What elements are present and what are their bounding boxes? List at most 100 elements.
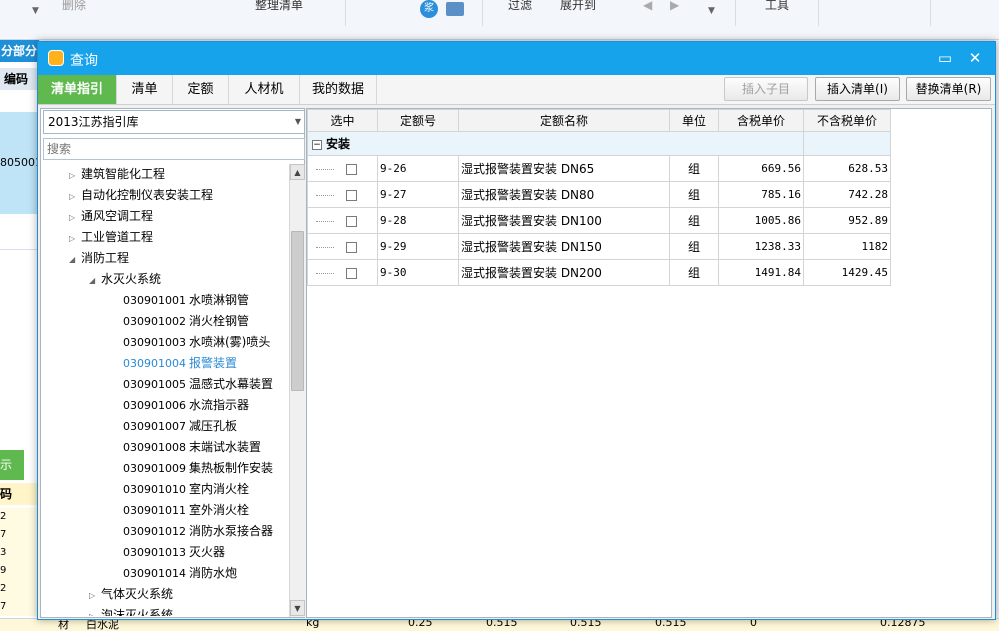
unit-cell[interactable]: 组 [669, 259, 719, 286]
table-row[interactable]: 9-26 湿式报警装置安装 DN65 组 669.56 628.53 [307, 155, 891, 182]
tree-item-leaf[interactable]: 030901001 水喷淋钢管 [123, 290, 249, 311]
col-header-price-notax[interactable]: 不含税单价 [803, 109, 891, 132]
price-notax-cell[interactable]: 1182 [803, 233, 891, 260]
dropdown-arrow-icon[interactable]: ▼ [32, 6, 39, 16]
row-checkbox[interactable] [346, 163, 357, 175]
tree-item-leaf[interactable]: 030901013 灭火器 [123, 542, 225, 563]
tree-item-leaf[interactable]: 030901012 消防水泵接合器 [123, 521, 273, 542]
expand-triangle-icon[interactable]: ▷ [69, 165, 81, 186]
name-cell[interactable]: 湿式报警装置安装 DN80 [458, 181, 670, 208]
tree-item-node[interactable]: ▷ 自动化控制仪表安装工程 [69, 185, 213, 206]
row-checkbox[interactable] [346, 241, 357, 253]
unit-cell[interactable]: 组 [669, 181, 719, 208]
collapse-icon[interactable]: − [312, 139, 322, 150]
bg-section-tab[interactable]: 分部分 [0, 40, 39, 62]
tree-item-leaf[interactable]: 030901011 室外消火栓 [123, 500, 249, 521]
table-row[interactable]: 9-30 湿式报警装置安装 DN200 组 1491.84 1429.45 [307, 259, 891, 286]
replace-list-button[interactable]: 替换清单(R) [906, 77, 991, 101]
bg-bottom-tab[interactable]: 示 [0, 450, 24, 480]
collapse-triangle-icon[interactable]: ◢ [89, 270, 101, 291]
price-tax-cell[interactable]: 1005.86 [718, 207, 804, 234]
tree-item-leaf[interactable]: 030901010 室内消火栓 [123, 479, 249, 500]
col-header-unit[interactable]: 单位 [669, 109, 719, 132]
select-cell[interactable] [307, 207, 378, 234]
price-tax-cell[interactable]: 1238.33 [718, 233, 804, 260]
tree-item-leaf[interactable]: 030901002 消火栓钢管 [123, 311, 249, 332]
price-notax-cell[interactable]: 1429.45 [803, 259, 891, 286]
tree-item-leaf[interactable]: 030901005 温感式水幕装置 [123, 374, 273, 395]
price-notax-cell[interactable]: 628.53 [803, 155, 891, 182]
unit-cell[interactable]: 组 [669, 155, 719, 182]
calc-icon[interactable]: 浆 [420, 0, 438, 18]
bg-filter-button[interactable]: 过滤 [508, 0, 532, 13]
table-row[interactable]: 9-29 湿式报警装置安装 DN150 组 1238.33 1182 [307, 233, 891, 260]
tree-item-node[interactable]: ▷泡沫灭火系统 [89, 605, 173, 616]
tree-item-node[interactable]: ▷ 建筑智能化工程 [69, 164, 165, 185]
tree-item-leaf[interactable]: 030901006 水流指示器 [123, 395, 249, 416]
bg-selected-cell[interactable]: 805001 [0, 112, 39, 214]
expand-triangle-icon[interactable]: ▷ [89, 606, 101, 616]
insert-child-button[interactable]: 插入子目 [724, 77, 808, 101]
tree-item-leaf[interactable]: 030901004 报警装置 [123, 353, 237, 374]
tree-item-leaf[interactable]: 030901014 消防水炮 [123, 563, 237, 584]
close-icon[interactable]: ✕ [964, 48, 986, 68]
tab-quota[interactable]: 定额 [173, 75, 229, 104]
tree-item-node[interactable]: ▷ 气体灭火系统 [89, 584, 173, 605]
code-cell[interactable]: 9-26 [377, 155, 459, 182]
unit-cell[interactable]: 组 [669, 207, 719, 234]
name-cell[interactable]: 湿式报警装置安装 DN150 [458, 233, 670, 260]
expand-triangle-icon[interactable]: ▷ [69, 186, 81, 207]
price-notax-cell[interactable]: 742.28 [803, 181, 891, 208]
collapse-triangle-icon[interactable]: ◢ [69, 249, 81, 270]
expand-triangle-icon[interactable]: ▷ [69, 228, 81, 249]
price-notax-cell[interactable]: 952.89 [803, 207, 891, 234]
name-cell[interactable]: 湿式报警装置安装 DN200 [458, 259, 670, 286]
select-cell[interactable] [307, 259, 378, 286]
select-cell[interactable] [307, 155, 378, 182]
price-tax-cell[interactable]: 1491.84 [718, 259, 804, 286]
tree-scrollbar[interactable]: ▲ ▼ [289, 164, 305, 617]
code-cell[interactable]: 9-30 [377, 259, 459, 286]
unit-cell[interactable]: 组 [669, 233, 719, 260]
tab-list-guide[interactable]: 清单指引 [38, 75, 117, 104]
tree-item-leaf[interactable]: 030901008 末端试水装置 [123, 437, 261, 458]
tree-item-node[interactable]: ◢ 水灭火系统 [89, 269, 161, 290]
insert-list-button[interactable]: 插入清单(I) [815, 77, 900, 101]
table-row[interactable]: 9-28 湿式报警装置安装 DN100 组 1005.86 952.89 [307, 207, 891, 234]
search-input[interactable] [43, 138, 305, 160]
group-cell[interactable]: − 安装 [307, 131, 804, 156]
tree-item-node[interactable]: ▷ 工业管道工程 [69, 227, 153, 248]
bg-tools-button[interactable]: 工具 [765, 0, 789, 13]
row-checkbox[interactable] [346, 267, 357, 279]
price-tax-cell[interactable]: 785.16 [718, 181, 804, 208]
row-checkbox[interactable] [346, 189, 357, 201]
price-tax-cell[interactable]: 669.56 [718, 155, 804, 182]
col-header-code[interactable]: 定额号 [377, 109, 459, 132]
code-cell[interactable]: 9-28 [377, 207, 459, 234]
scrollbar-thumb[interactable] [291, 231, 304, 391]
scroll-up-icon[interactable]: ▲ [290, 164, 305, 180]
tree-item-leaf[interactable]: 030901003 水喷淋(雾)喷头 [123, 332, 270, 353]
col-header-name[interactable]: 定额名称 [458, 109, 670, 132]
col-header-select[interactable]: 选中 [307, 109, 378, 132]
tree-item-node[interactable]: ▷ 通风空调工程 [69, 206, 153, 227]
tree-item-node[interactable]: ◢ 消防工程 [69, 248, 129, 269]
library-select[interactable]: 2013江苏指引库 ▼ [43, 110, 305, 134]
code-cell[interactable]: 9-27 [377, 181, 459, 208]
arrow-left-icon[interactable]: ◀ [643, 0, 652, 12]
tab-list[interactable]: 清单 [117, 75, 173, 104]
truck-icon[interactable] [446, 2, 464, 16]
name-cell[interactable]: 湿式报警装置安装 DN100 [458, 207, 670, 234]
tab-my-data[interactable]: 我的数据 [300, 75, 377, 104]
tree-item-leaf[interactable]: 030901009 集热板制作安装 [123, 458, 273, 479]
select-cell[interactable] [307, 233, 378, 260]
expand-triangle-icon[interactable]: ▷ [89, 585, 101, 606]
bg-delete-button[interactable]: 删除 [62, 0, 86, 13]
row-checkbox[interactable] [346, 215, 357, 227]
arrow-right-icon[interactable]: ▶ [670, 0, 679, 12]
expand-triangle-icon[interactable]: ▷ [69, 207, 81, 228]
group-row[interactable]: − 安装 [307, 131, 891, 156]
name-cell[interactable]: 湿式报警装置安装 DN65 [458, 155, 670, 182]
dialog-titlebar[interactable]: 查询 ▭ ✕ [38, 42, 995, 75]
bg-expand-button[interactable]: 展开到 [560, 0, 596, 13]
